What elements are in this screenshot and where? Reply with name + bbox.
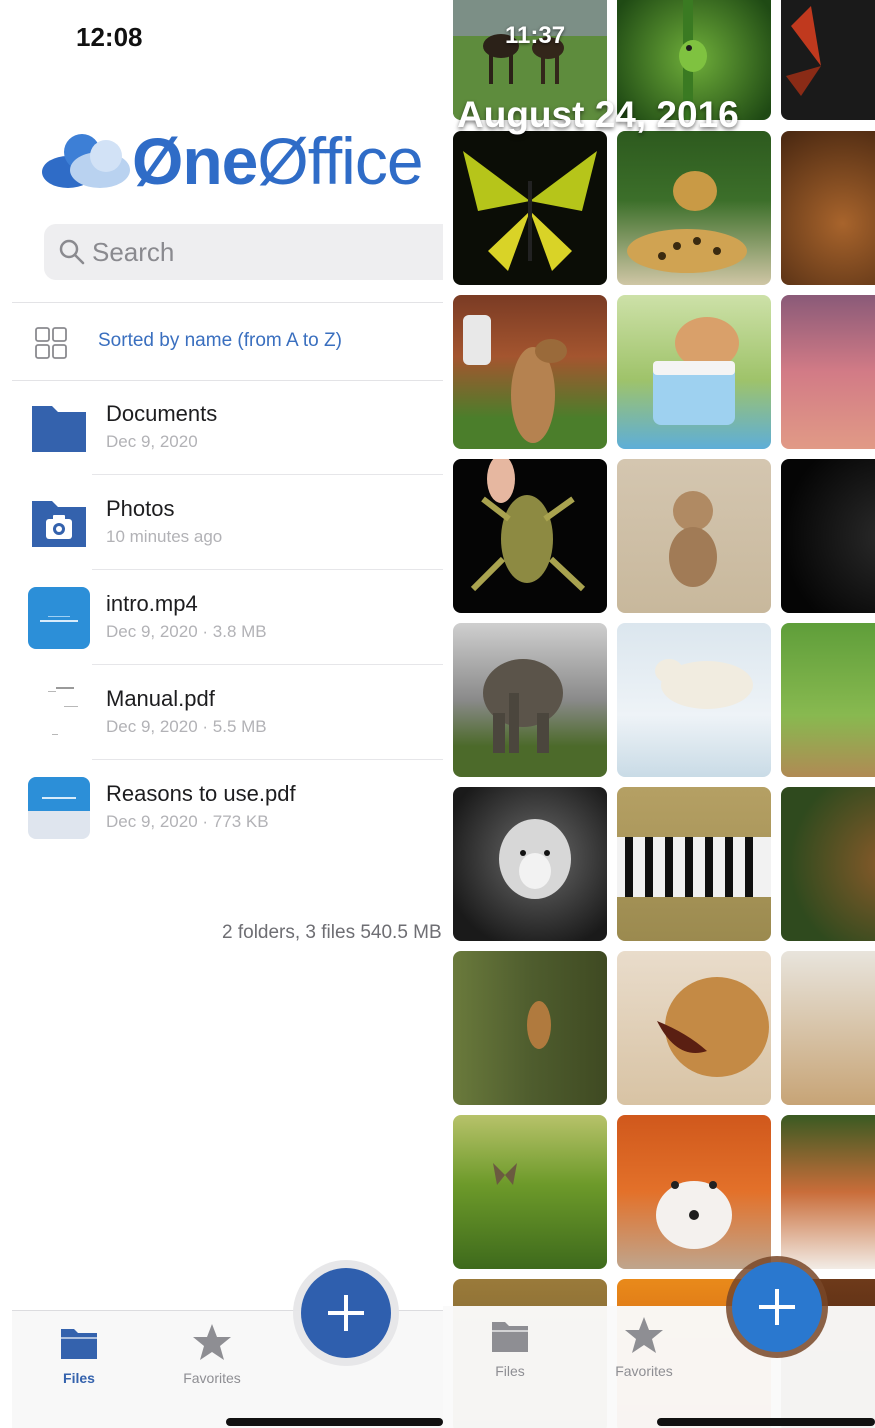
elephant-image xyxy=(483,659,563,753)
photo-butterfly-green[interactable] xyxy=(453,131,607,285)
app-name: ØneØffice xyxy=(132,124,424,198)
chipmunk-image xyxy=(463,315,567,443)
app-logo: ØneØffice xyxy=(40,126,443,196)
item-meta: 10 minutes ago xyxy=(106,527,223,546)
monkey-image xyxy=(669,491,717,587)
search-placeholder: Search xyxy=(92,237,175,267)
folder-icon xyxy=(32,406,86,452)
tab-favorites[interactable]: Favorites xyxy=(167,1323,257,1386)
tab-label: Favorites xyxy=(615,1363,673,1379)
search-icon xyxy=(59,239,85,265)
photo-bear[interactable] xyxy=(781,787,875,941)
photo-grid xyxy=(443,0,875,1428)
tab-label: Files xyxy=(63,1370,95,1386)
item-name: Manual.pdf xyxy=(106,686,215,711)
jaguar-image xyxy=(627,171,747,273)
photo-cheetah[interactable] xyxy=(781,623,875,777)
polar-bear-image xyxy=(655,659,753,709)
right-screen: 11:37 August 24, 2016 Files Favorites xyxy=(443,0,875,1428)
wolf-image xyxy=(499,819,571,899)
status-bar-time: 12:08 xyxy=(76,22,143,52)
photo-frog-hand[interactable] xyxy=(453,459,607,613)
tab-label: Files xyxy=(495,1363,525,1379)
lioness-image xyxy=(657,977,769,1077)
pdf-thumbnail-icon xyxy=(28,682,90,744)
photo-polar-bear[interactable] xyxy=(617,623,771,777)
tab-files[interactable]: Files xyxy=(465,1320,555,1379)
photo-tiger-cub[interactable] xyxy=(781,951,875,1105)
video-thumbnail-icon xyxy=(28,587,90,649)
star-icon xyxy=(193,1324,231,1360)
photo-gorilla[interactable] xyxy=(781,459,875,613)
camera-folder-icon xyxy=(32,501,86,547)
tab-favorites[interactable]: Favorites xyxy=(599,1316,689,1379)
list-item[interactable]: Photos 10 minutes ago xyxy=(0,475,443,570)
item-name: Photos xyxy=(106,496,175,521)
photo-fox[interactable] xyxy=(617,1115,771,1269)
butterfly-image xyxy=(493,1163,517,1185)
photo-sunset[interactable] xyxy=(781,295,875,449)
fox-image xyxy=(656,1181,732,1249)
cloud-logo-icon xyxy=(42,134,130,188)
photo-elephant[interactable] xyxy=(453,623,607,777)
photo-orangutan[interactable] xyxy=(781,131,875,285)
rabbit-image xyxy=(653,317,739,425)
pdf-thumbnail-icon xyxy=(28,777,90,839)
item-meta: Dec 9, 2020 · 773 KB xyxy=(106,812,269,831)
item-name: Documents xyxy=(106,401,218,426)
add-button[interactable] xyxy=(301,1268,391,1358)
list-item[interactable]: Documents Dec 9, 2020 xyxy=(0,380,443,475)
photo-zebras[interactable] xyxy=(617,787,771,941)
home-indicator xyxy=(657,1418,875,1426)
plus-icon xyxy=(759,1289,795,1325)
butterfly-image xyxy=(463,151,597,271)
folder-summary: 2 folders, 3 files 540.5 MB xyxy=(222,922,442,943)
folder-icon xyxy=(61,1329,97,1359)
search-bar[interactable]: Search xyxy=(44,224,443,280)
list-item[interactable]: intro.mp4 Dec 9, 2020 · 3.8 MB xyxy=(0,570,443,665)
sort-row[interactable]: Sorted by name (from A to Z) xyxy=(12,304,443,380)
item-name: intro.mp4 xyxy=(106,591,198,616)
item-meta: Dec 9, 2020 · 3.8 MB xyxy=(106,622,267,641)
add-button[interactable] xyxy=(732,1262,822,1352)
list-item[interactable]: Reasons to use.pdf Dec 9, 2020 · 773 KB xyxy=(0,760,443,855)
star-icon xyxy=(625,1317,663,1353)
photo-chipmunk[interactable] xyxy=(453,295,607,449)
zebra-image xyxy=(617,837,771,897)
list-item[interactable]: Manual.pdf Dec 9, 2020 · 5.5 MB xyxy=(0,665,443,760)
photo-baby-monkey[interactable] xyxy=(617,459,771,613)
plus-icon xyxy=(328,1295,364,1331)
photo-butterfly-red[interactable] xyxy=(781,0,875,120)
butterfly-image xyxy=(786,6,821,96)
item-meta: Dec 9, 2020 xyxy=(106,432,198,451)
divider xyxy=(12,302,443,303)
tab-files[interactable]: Files xyxy=(34,1327,124,1386)
photo-chipmunk-tree[interactable] xyxy=(453,951,607,1105)
date-header: August 24, 2016 xyxy=(457,94,739,135)
photo-red-panda[interactable] xyxy=(781,1115,875,1269)
left-screen: 12:08 ØneØffice Search Sorted by name (f… xyxy=(0,0,443,1428)
photo-wolf[interactable] xyxy=(453,787,607,941)
sort-label[interactable]: Sorted by name (from A to Z) xyxy=(98,330,342,352)
item-name: Reasons to use.pdf xyxy=(106,781,296,806)
photo-rabbit[interactable] xyxy=(617,295,771,449)
chipmunk-image xyxy=(527,1001,551,1049)
photo-lioness[interactable] xyxy=(617,951,771,1105)
item-meta: Dec 9, 2020 · 5.5 MB xyxy=(106,717,267,736)
photo-jaguar[interactable] xyxy=(617,131,771,285)
photo-butterfly-grass[interactable] xyxy=(453,1115,607,1269)
grid-view-icon[interactable] xyxy=(34,326,68,360)
home-indicator xyxy=(226,1418,443,1426)
status-bar-time: 11:37 xyxy=(505,22,566,49)
frog-image xyxy=(470,459,586,592)
folder-icon xyxy=(492,1322,528,1352)
tab-label: Favorites xyxy=(183,1370,241,1386)
